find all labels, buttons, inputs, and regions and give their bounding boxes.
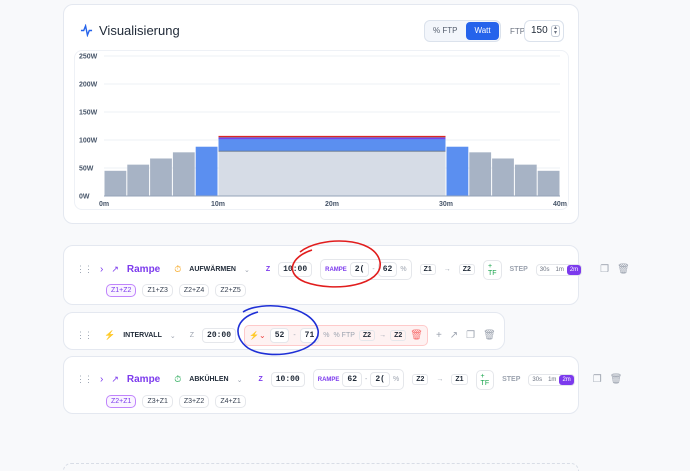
add-block-dropzone[interactable]	[63, 463, 579, 471]
annotation-overlay	[237, 240, 381, 356]
blue-annotation-circle	[237, 305, 319, 356]
red-annotation-circle	[291, 240, 381, 288]
